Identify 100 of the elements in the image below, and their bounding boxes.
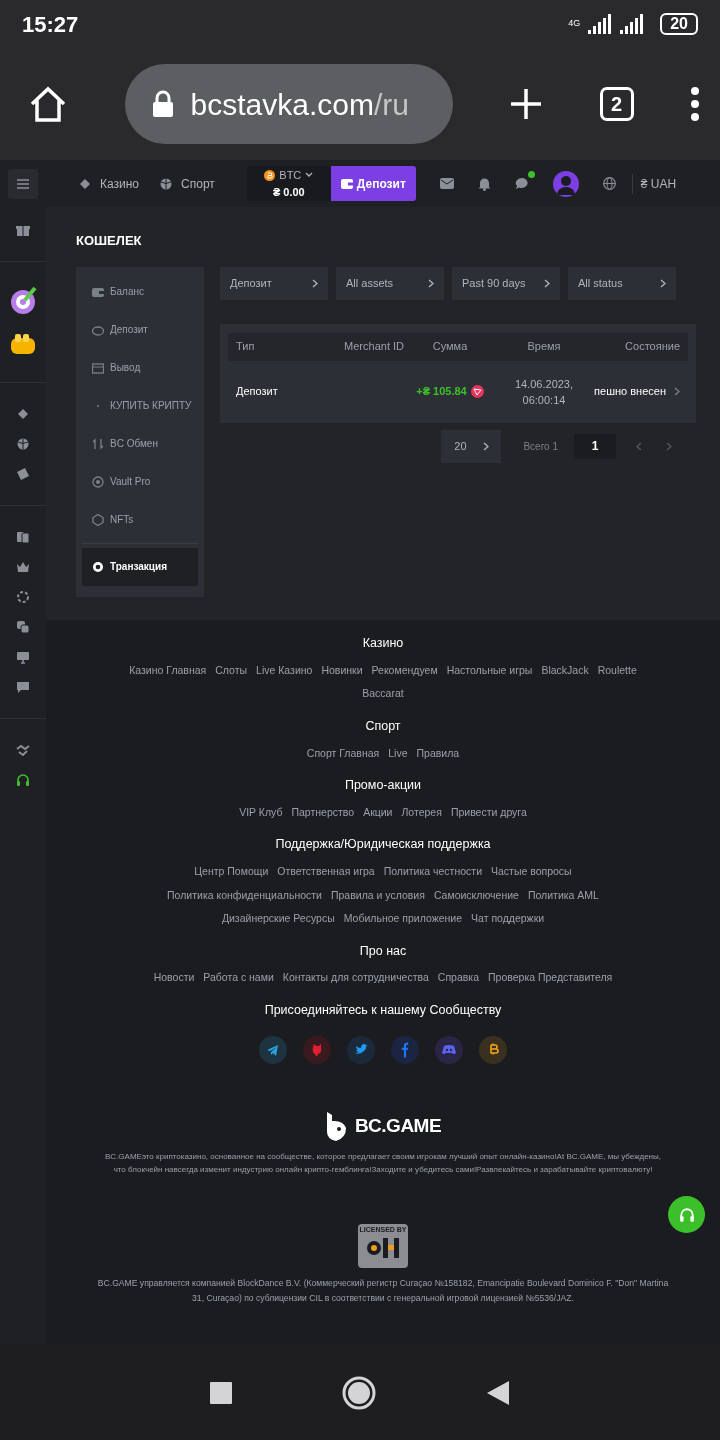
footer-link[interactable]: Мобильное приложение <box>343 907 463 931</box>
avatar[interactable] <box>552 170 579 197</box>
social-button[interactable] <box>391 1035 419 1064</box>
nav-link[interactable]: Казино <box>70 173 148 194</box>
footer-link[interactable]: Live <box>388 741 408 765</box>
crown-icon[interactable] <box>16 560 30 574</box>
menu-button[interactable] <box>8 168 38 199</box>
total-count: Всего 1 <box>523 439 558 454</box>
bell-icon[interactable] <box>477 176 491 191</box>
footer-link[interactable]: Центр Помощи <box>194 860 269 884</box>
footer-heading: Промо-акции <box>343 777 423 794</box>
footer-heading: Про нас <box>358 942 408 960</box>
status-text: пешно внесен <box>594 384 666 400</box>
headphones-icon[interactable] <box>16 773 30 787</box>
currency-selector[interactable]: BTC ₴ 0.00 <box>246 166 331 201</box>
tron-icon <box>470 385 484 398</box>
address-bar[interactable]: bcstavka.com/ru <box>124 64 453 144</box>
chat-icon[interactable] <box>16 680 30 694</box>
footer-link[interactable]: Частые вопросы <box>491 860 572 884</box>
footer-link[interactable]: Лотерея <box>401 800 442 825</box>
wallet-menu-item[interactable]: Депозит <box>82 310 198 349</box>
filter-dropdown[interactable]: Депозит <box>220 266 328 300</box>
about-text: BC.GAMEэто криптоказино, основанное на сообществе, которое предлагает своим игрокам лучший опыт онлайн-казино!At BC.GAME, мы убеждены, что блокчейн навсегда изменит индустрию онлайн крипто-гемблинга!Заходите и убедитесь сами!Развлекайтесь и зарабатывайте криптовалюту! <box>104 1150 662 1176</box>
footer-link[interactable]: Работа с нами <box>203 966 274 990</box>
license-text: BC.GAME управляется компанией BlockDance B.V. (Коммерческий регистр Curaçao №158182, Emancipatie Boulevard Dominico F. "Don" Martina 31, Curaçao) по сублицензии CIL в соответствии с генеральной игровой лицензией №5536/JAZ. <box>96 1276 670 1305</box>
chevron-right-icon <box>312 278 318 288</box>
dice-icon[interactable] <box>16 620 30 634</box>
footer-link[interactable]: Рекомендуем <box>371 658 438 683</box>
footer-link[interactable]: Чат поддержки <box>471 907 545 931</box>
back-icon[interactable] <box>486 1379 510 1406</box>
chevron-right-icon <box>544 278 550 288</box>
footer-link[interactable]: Привести друга <box>450 800 527 825</box>
footer-link[interactable]: Правила <box>416 741 460 765</box>
footer-link[interactable]: Партнерство <box>291 800 355 825</box>
footer-link[interactable]: Проверка Представителя <box>488 966 613 990</box>
wallet-menu-item[interactable]: Транзакция <box>82 547 198 586</box>
wallet-menu-item[interactable]: BC Обмен <box>82 424 198 463</box>
square-icon[interactable] <box>210 1381 232 1404</box>
mail-icon[interactable] <box>439 178 454 189</box>
deposit-button[interactable]: Депозит <box>330 166 416 201</box>
tab-count[interactable]: 2 <box>599 87 634 121</box>
fiat-selector[interactable]: ₴ UAH <box>631 173 683 194</box>
footer-link[interactable]: BlackJack <box>541 658 589 683</box>
facebook-icon <box>401 1041 409 1058</box>
footer-link[interactable]: Слоты <box>215 658 248 683</box>
footer-link[interactable]: VIP Клуб <box>239 800 283 825</box>
social-button[interactable] <box>479 1035 507 1064</box>
headphones-icon <box>678 1206 695 1223</box>
chevron-right-icon <box>660 278 666 288</box>
footer-link[interactable]: Спорт Главная <box>306 741 380 765</box>
footer-link[interactable]: Политика конфиденциальности <box>167 883 322 907</box>
page-input[interactable]: 1 <box>574 433 616 459</box>
footer-link[interactable]: Политика честности <box>383 860 482 884</box>
nav-link[interactable]: Спорт <box>151 173 223 194</box>
footer-link[interactable]: Акции <box>363 800 393 825</box>
chat-icon[interactable] <box>514 177 529 190</box>
footer-link[interactable]: Политика AML <box>527 883 599 907</box>
wallet-menu-item[interactable]: Баланс <box>82 272 198 311</box>
target-icon[interactable] <box>9 286 37 314</box>
network-type: 4G <box>568 17 581 31</box>
spinner-icon[interactable] <box>16 590 30 604</box>
social-button[interactable] <box>347 1035 375 1064</box>
footer-heading: Спорт <box>364 717 402 735</box>
ball-icon[interactable] <box>16 437 30 451</box>
plus-icon[interactable] <box>509 87 543 121</box>
footer-link[interactable]: Новинки <box>321 658 363 683</box>
battery-level: 20 <box>660 13 698 35</box>
social-button[interactable] <box>435 1035 463 1064</box>
footer-link[interactable]: Новости <box>153 966 195 990</box>
footer-heading: Присоединяйтесь к нашему Сообществу <box>263 1001 503 1019</box>
footer-link[interactable]: Live Казино <box>256 658 313 683</box>
filter-dropdown[interactable]: All assets <box>336 266 444 300</box>
wallet-menu-item[interactable]: Вывод <box>82 348 198 387</box>
wallet-menu-item[interactable]: NFTs <box>82 500 198 539</box>
caret-icon <box>305 172 314 179</box>
page-size-select[interactable]: 20 <box>441 429 502 463</box>
diamond-icon[interactable] <box>16 407 30 421</box>
cards-icon[interactable] <box>16 530 30 544</box>
more-icon[interactable] <box>690 86 700 122</box>
gift-icon[interactable] <box>16 223 30 237</box>
footer-link[interactable]: Самоисключение <box>433 883 519 907</box>
circle-icon[interactable] <box>342 1375 376 1410</box>
footer-link[interactable]: Roulette <box>597 658 637 683</box>
footer-link[interactable]: Baccarat <box>362 682 404 706</box>
footer-link[interactable]: Казино Главная <box>129 658 207 683</box>
footer-link[interactable]: Настольные игры <box>446 658 533 683</box>
filter-dropdown[interactable]: Past 90 days <box>452 266 560 300</box>
wallet-menu-item[interactable]: КУПИТЬ КРИПТУ <box>82 386 198 425</box>
footer-link[interactable]: Ответственная игра <box>277 860 375 884</box>
footer-link[interactable]: Контакты для сотрудничества <box>282 966 429 990</box>
social-button[interactable] <box>259 1035 287 1064</box>
footer-link[interactable]: Правила и условия <box>330 883 425 907</box>
globe-icon[interactable] <box>602 177 616 190</box>
footer-link[interactable]: Справка <box>437 966 479 990</box>
footer-link[interactable]: Дизайнерские Ресурсы <box>221 907 335 931</box>
monitor-icon[interactable] <box>16 650 30 664</box>
home-icon[interactable] <box>28 84 68 124</box>
filter-dropdown[interactable]: All status <box>568 266 676 300</box>
social-button[interactable] <box>303 1035 331 1064</box>
wallet-menu-item[interactable]: Vault Pro <box>82 462 198 501</box>
